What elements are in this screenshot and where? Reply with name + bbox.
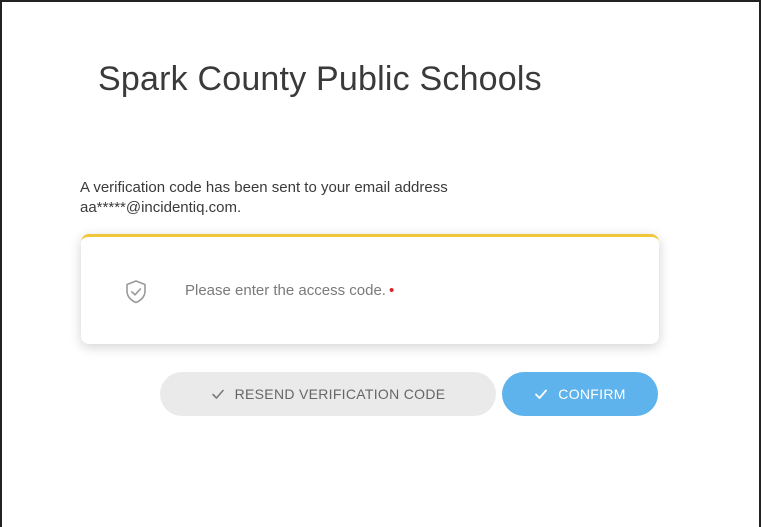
confirm-button-label: CONFIRM [558,386,626,402]
verification-message-line: A verification code has been sent to you… [80,179,448,196]
verification-message: A verification code has been sent to you… [80,178,448,218]
resend-button-label: RESEND VERIFICATION CODE [234,386,446,402]
confirm-button[interactable]: CONFIRM [502,372,658,416]
masked-email: aa*****@incidentiq.com. [80,199,242,216]
access-code-card: Please enter the access code.• [81,234,659,344]
shield-check-icon [126,280,146,304]
access-code-input[interactable] [181,277,621,305]
page-title: Spark County Public Schools [98,60,542,98]
check-icon [211,389,224,399]
page-frame: Spark County Public Schools A verificati… [0,0,761,527]
resend-verification-code-button[interactable]: RESEND VERIFICATION CODE [160,372,496,416]
check-icon [535,389,548,399]
